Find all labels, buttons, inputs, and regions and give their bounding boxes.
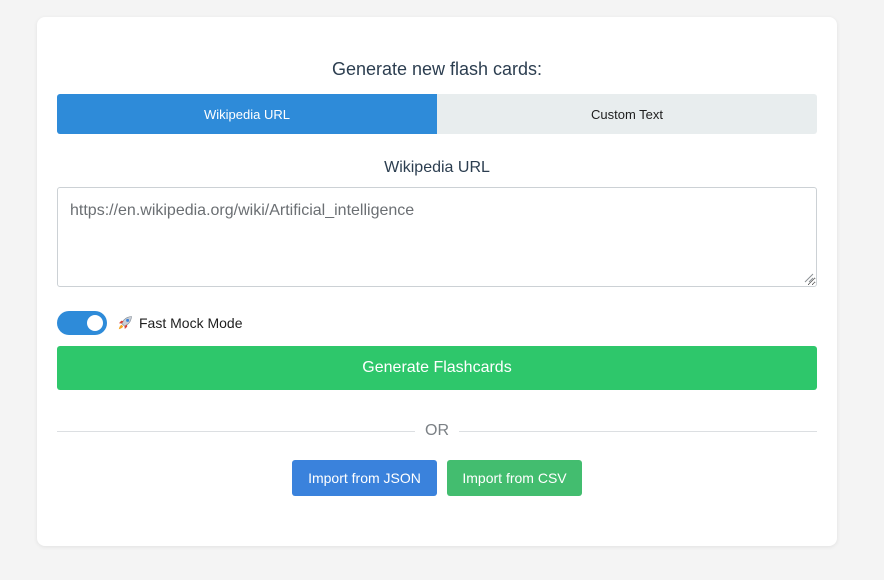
- import-actions: Import from JSON Import from CSV: [37, 460, 837, 496]
- wikipedia-url-label: Wikipedia URL: [384, 159, 490, 176]
- divider-line-left: [57, 430, 415, 432]
- mock-mode-toggle[interactable]: [57, 311, 107, 335]
- divider-line-right: [459, 430, 817, 432]
- divider-text: OR: [425, 422, 449, 439]
- source-tabs: Wikipedia URL Custom Text: [57, 94, 817, 134]
- import-json-button[interactable]: Import from JSON: [292, 460, 437, 496]
- mock-mode-label: Fast Mock Mode: [139, 315, 243, 331]
- tab-wikipedia-url[interactable]: Wikipedia URL: [57, 94, 437, 134]
- toggle-knob: [87, 315, 103, 331]
- import-csv-button[interactable]: Import from CSV: [447, 460, 582, 496]
- page-title: Generate new flash cards:: [331, 59, 543, 79]
- mock-mode-row: Fast Mock Mode: [57, 311, 242, 335]
- tab-custom-text[interactable]: Custom Text: [437, 94, 817, 134]
- or-divider: OR: [57, 420, 817, 442]
- mock-mode-label-wrap: Fast Mock Mode: [116, 314, 242, 332]
- generate-flashcards-button[interactable]: Generate Flashcards: [57, 346, 817, 390]
- flashcard-generator-card: Generate new flash cards: Wikipedia URL …: [37, 17, 837, 546]
- resize-handle-icon[interactable]: [804, 273, 814, 283]
- rocket-icon: [116, 314, 134, 332]
- wikipedia-url-input[interactable]: https://en.wikipedia.org/wiki/Artificial…: [57, 187, 817, 287]
